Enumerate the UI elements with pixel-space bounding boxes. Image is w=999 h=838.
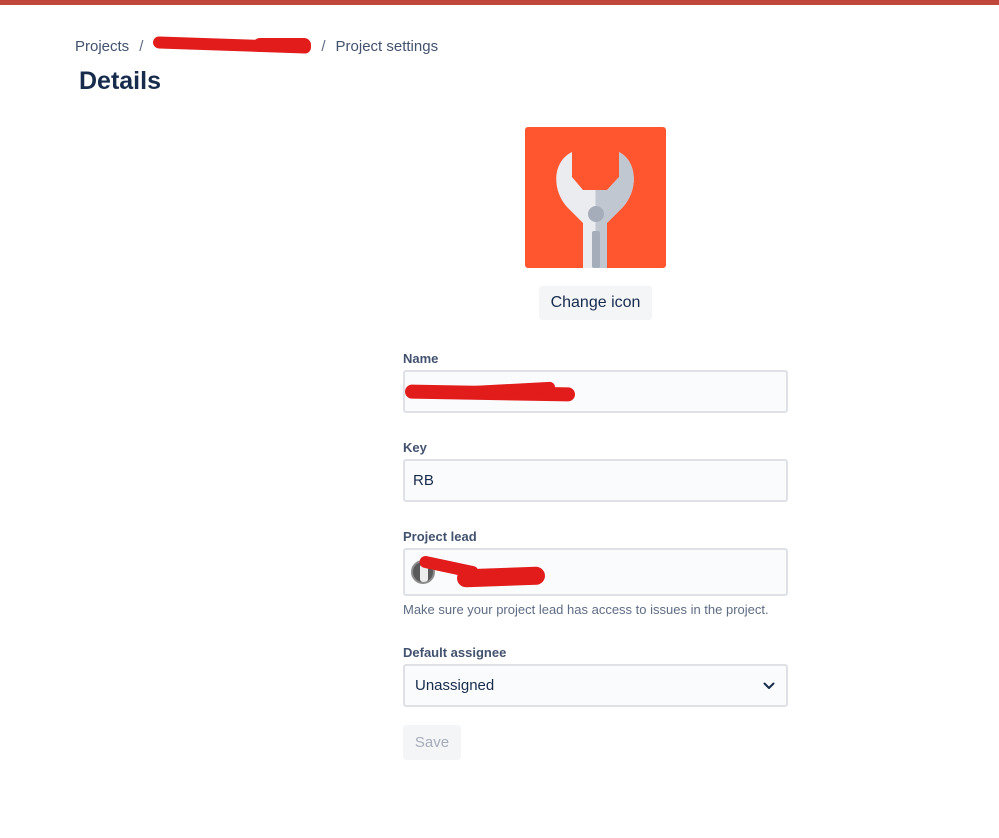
breadcrumb-separator: / bbox=[139, 37, 144, 55]
top-accent-bar bbox=[0, 0, 999, 5]
key-input[interactable]: RB bbox=[403, 459, 788, 502]
key-input-value: RB bbox=[413, 472, 434, 489]
default-assignee-select[interactable]: Unassigned bbox=[403, 664, 788, 707]
project-lead-label: Project lead bbox=[403, 529, 477, 544]
wrench-icon bbox=[556, 152, 634, 268]
breadcrumb-project-link-redacted[interactable] bbox=[153, 36, 312, 56]
default-assignee-label: Default assignee bbox=[403, 645, 507, 660]
redaction-mark bbox=[456, 566, 546, 588]
project-lead-picker[interactable] bbox=[403, 548, 788, 596]
key-field-label: Key bbox=[403, 440, 427, 455]
redaction-mark bbox=[253, 38, 312, 52]
change-icon-button[interactable]: Change icon bbox=[539, 286, 652, 320]
breadcrumb: Projects / / Project settings bbox=[75, 36, 438, 56]
page-title: Details bbox=[79, 67, 161, 95]
breadcrumb-current-page: Project settings bbox=[335, 37, 439, 55]
name-input[interactable] bbox=[403, 370, 788, 413]
project-lead-helper-text: Make sure your project lead has access t… bbox=[403, 602, 769, 617]
project-avatar bbox=[525, 127, 666, 268]
breadcrumb-separator: / bbox=[321, 37, 326, 55]
save-button[interactable]: Save bbox=[403, 725, 461, 760]
name-field-label: Name bbox=[403, 351, 439, 366]
breadcrumb-projects-link[interactable]: Projects bbox=[75, 38, 129, 55]
default-assignee-value: Unassigned bbox=[415, 677, 495, 694]
chevron-down-icon bbox=[762, 679, 776, 693]
